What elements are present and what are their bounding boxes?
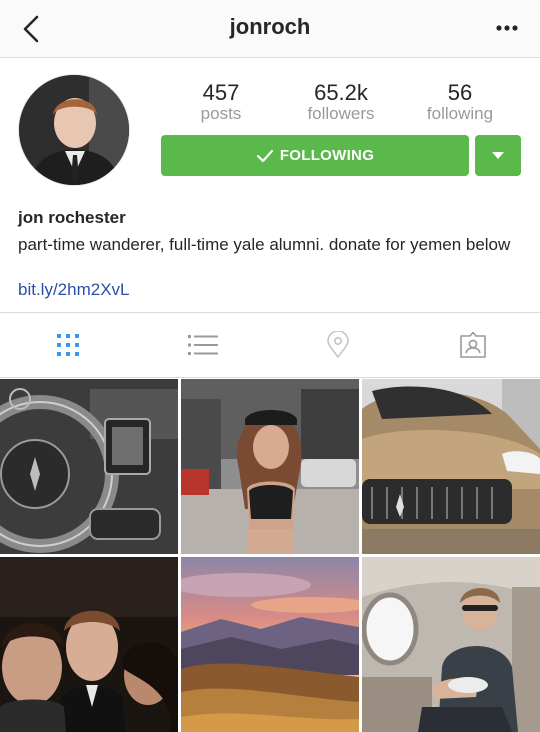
profile-website-link[interactable]: bit.ly/2hm2XvL [18, 280, 130, 300]
following-label: following [426, 104, 494, 123]
profile-avatar[interactable] [18, 74, 130, 186]
caret-down-icon [492, 152, 504, 159]
post-image [181, 557, 359, 732]
top-nav-bar: jonroch [0, 0, 540, 58]
posts-grid [0, 379, 540, 732]
profile-username-title: jonroch [229, 14, 311, 39]
following-count: 56 [447, 80, 473, 105]
following-button-label: FOLLOWING [279, 147, 375, 164]
suggested-dropdown-button[interactable] [475, 135, 521, 176]
profile-view-tabs [0, 312, 540, 378]
checkmark-icon [256, 149, 273, 162]
tab-grid[interactable] [0, 313, 135, 377]
more-options-button[interactable] [490, 14, 524, 42]
stat-posts[interactable]: 457 posts [166, 82, 276, 124]
post-thumbnail[interactable] [181, 557, 359, 732]
stat-following[interactable]: 56 following [405, 82, 515, 124]
more-dots-icon [496, 25, 518, 31]
tab-tagged[interactable] [405, 313, 540, 377]
posts-count: 457 [202, 80, 240, 105]
post-image [362, 557, 540, 732]
post-thumbnail[interactable] [181, 379, 359, 554]
stat-followers[interactable]: 65.2k followers [286, 82, 396, 124]
tagged-icon [459, 331, 486, 358]
post-image [181, 379, 359, 554]
followers-count: 65.2k [314, 80, 368, 105]
location-pin-icon [326, 331, 349, 359]
avatar-image [19, 75, 129, 185]
following-button[interactable]: FOLLOWING [161, 135, 469, 176]
post-image [362, 379, 540, 554]
profile-full-name: jon rochester [18, 208, 126, 227]
followers-label: followers [307, 104, 375, 123]
post-thumbnail[interactable] [362, 379, 540, 554]
post-thumbnail[interactable] [0, 557, 178, 732]
posts-label: posts [200, 104, 242, 123]
profile-bio: part-time wanderer, full-time yale alumn… [18, 235, 511, 254]
grid-icon [56, 334, 79, 356]
post-thumbnail[interactable] [0, 379, 178, 554]
post-image [0, 379, 178, 554]
list-icon [187, 335, 218, 355]
tab-location[interactable] [270, 313, 405, 377]
tab-list[interactable] [135, 313, 270, 377]
post-image [0, 557, 178, 732]
post-thumbnail[interactable] [362, 557, 540, 732]
